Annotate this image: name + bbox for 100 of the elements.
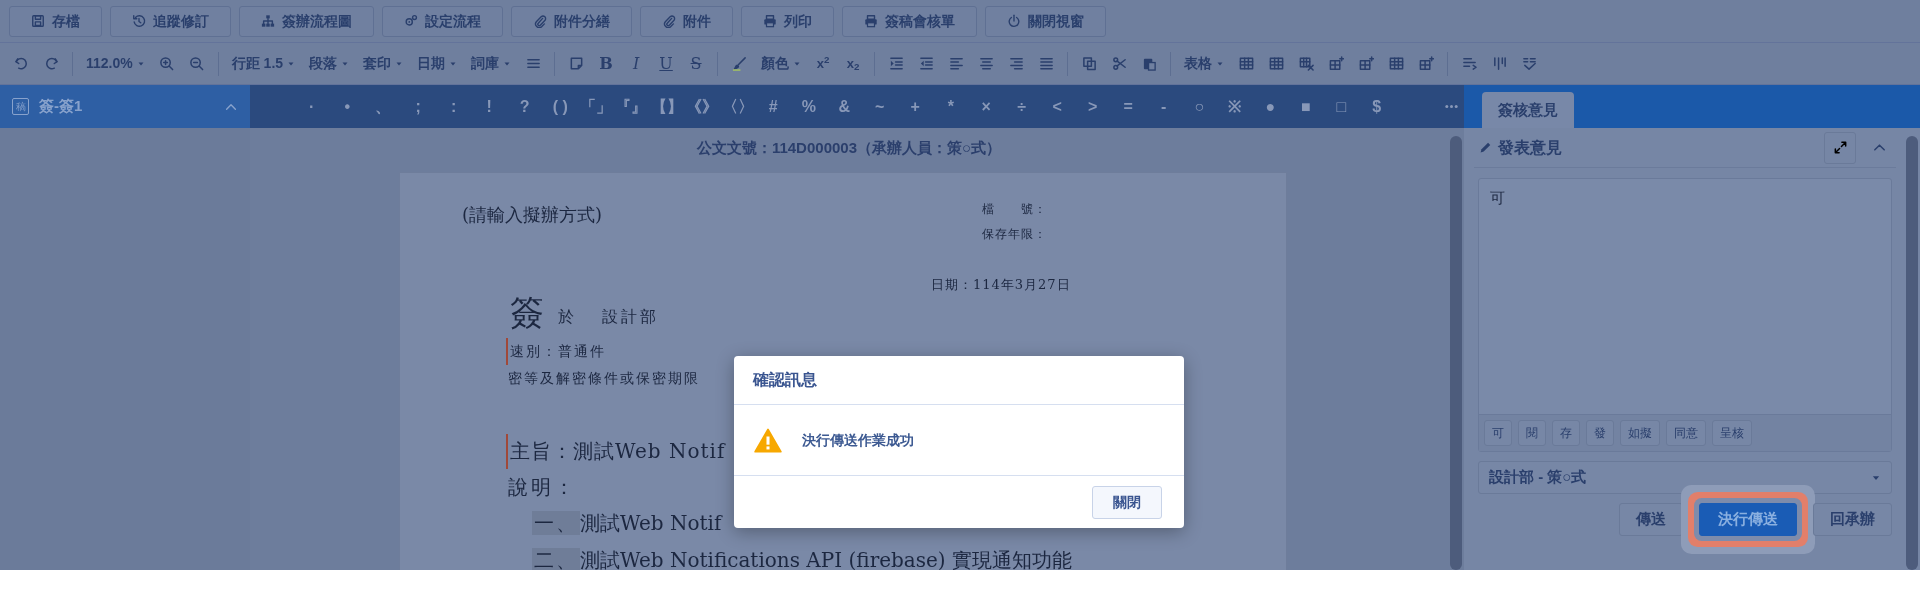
- symbol-button[interactable]: ( ): [542, 94, 578, 119]
- printer-icon: [864, 14, 878, 28]
- bars-icon: [1461, 56, 1477, 71]
- symbol-button[interactable]: $: [1359, 94, 1395, 119]
- phrase-button[interactable]: 呈核: [1712, 420, 1752, 446]
- toolbar-button[interactable]: 列印: [741, 5, 834, 37]
- underline-button[interactable]: U: [653, 49, 680, 78]
- close-button[interactable]: 關閉: [1092, 485, 1162, 519]
- opinion-field[interactable]: 可 可 閱 存 發 如擬 同意 呈核: [1478, 178, 1892, 452]
- unit-name: 設計部: [602, 305, 659, 328]
- toolbar-button[interactable]: 關閉視窗: [985, 5, 1106, 37]
- symbol-button[interactable]: ●: [1252, 94, 1288, 119]
- symbol-button[interactable]: ×: [968, 94, 1004, 119]
- symbol-button[interactable]: 、: [365, 94, 401, 119]
- superscript-button[interactable]: x$^{2}$: [810, 49, 837, 78]
- symbol-button[interactable]: •: [329, 94, 365, 119]
- symbol-button[interactable]: ·: [294, 94, 330, 119]
- align-center-icon: [978, 56, 994, 71]
- align-justify-icon: [1038, 56, 1054, 71]
- symbol-button[interactable]: 『』: [613, 94, 649, 119]
- list-item: 一、測試Web Notif: [532, 509, 722, 537]
- action-button[interactable]: 回承辦: [1813, 503, 1892, 536]
- phrase-button[interactable]: 可: [1484, 420, 1512, 446]
- action-button[interactable]: 傳送: [1619, 503, 1683, 536]
- table-add-icon: [1328, 56, 1344, 71]
- meta-line: 密等及解密條件或保密期限: [508, 368, 700, 388]
- symbol-button[interactable]: &: [826, 94, 862, 119]
- outdent-icon: [918, 56, 934, 71]
- symbol-button[interactable]: ※: [1217, 94, 1253, 119]
- toolbar-button[interactable]: 設定流程: [382, 5, 503, 37]
- meta-line: 速別：普通件: [506, 337, 606, 365]
- toolbar-dropdown[interactable]: 詞庫: [466, 49, 517, 78]
- panel-tab[interactable]: 簽核意見: [1482, 91, 1574, 128]
- symbol-button[interactable]: +: [897, 94, 933, 119]
- symbol-button[interactable]: □: [1323, 94, 1359, 119]
- hierarchy-icon: [261, 14, 275, 28]
- toolbar-button[interactable]: 附件分繕: [511, 5, 632, 37]
- symbol-button[interactable]: !: [471, 94, 507, 119]
- symbol-button[interactable]: 「」: [578, 94, 614, 119]
- symbol-button[interactable]: -: [1146, 94, 1182, 119]
- zoom-in-icon: [159, 56, 175, 71]
- toolbar-dropdown[interactable]: 行距 1.5: [226, 49, 301, 78]
- symbol-button[interactable]: =: [1110, 94, 1146, 119]
- phrase-button[interactable]: 存: [1552, 420, 1580, 446]
- table-icon: [1388, 56, 1404, 71]
- phrase-button[interactable]: 同意: [1666, 420, 1706, 446]
- subscript-button[interactable]: x$_{2}$: [840, 49, 867, 78]
- paperclip-icon: [662, 14, 676, 28]
- toolbar-button[interactable]: 追蹤修訂: [110, 5, 231, 37]
- scrollbar[interactable]: [1450, 136, 1462, 570]
- section-heading: 說明：: [508, 473, 577, 501]
- table-icon: [1268, 56, 1284, 71]
- symbol-button[interactable]: ?: [507, 94, 543, 119]
- expand-button[interactable]: [1824, 131, 1856, 164]
- symbol-button[interactable]: *: [933, 94, 969, 119]
- symbol-button[interactable]: ~: [862, 94, 898, 119]
- table-dropdown[interactable]: 表格: [1179, 49, 1230, 78]
- symbol-button[interactable]: 《》: [684, 94, 720, 119]
- align-left-icon: [948, 56, 964, 71]
- toolbar-button[interactable]: 存檔: [9, 5, 102, 37]
- symbol-button[interactable]: %: [791, 94, 827, 119]
- toolbar-button[interactable]: 簽辦流程圖: [239, 5, 374, 37]
- save-icon: [31, 14, 45, 28]
- scrollbar[interactable]: [1906, 136, 1918, 570]
- copy-icon: [1081, 56, 1097, 71]
- table-delete-icon: [1298, 56, 1314, 71]
- toolbar-dropdown[interactable]: 日期: [412, 49, 463, 78]
- recipient-select[interactable]: 設計部 - 策○式: [1478, 461, 1892, 494]
- symbol-button[interactable]: 〈〉: [720, 94, 756, 119]
- symbol-button[interactable]: >: [1075, 94, 1111, 119]
- symbol-button[interactable]: <: [1039, 94, 1075, 119]
- strikethrough-button[interactable]: S: [683, 49, 710, 78]
- color-dropdown[interactable]: 顏色: [756, 49, 807, 78]
- zoom-dropdown[interactable]: 112.0%: [81, 49, 150, 78]
- spellcheck-icon: [1521, 56, 1537, 71]
- phrase-button[interactable]: 發: [1586, 420, 1614, 446]
- toolbar-button[interactable]: 附件: [640, 5, 733, 37]
- phrase-button[interactable]: 閱: [1518, 420, 1546, 446]
- symbol-button[interactable]: 【】: [649, 94, 685, 119]
- history-icon: [132, 14, 146, 28]
- phrase-button[interactable]: 如擬: [1620, 420, 1660, 446]
- toolbar-button[interactable]: 簽稿會核單: [842, 5, 977, 37]
- symbol-button[interactable]: ;: [400, 94, 436, 119]
- panel-title: 發表意見: [1498, 137, 1562, 158]
- document-number: 公文文號：114D000003（承辦人員：策○式）: [696, 138, 1002, 158]
- dialog-title: 確認訊息: [753, 370, 817, 390]
- pencil-icon: [1478, 140, 1492, 155]
- toolbar-dropdown[interactable]: 段落: [304, 49, 355, 78]
- sidebar-item[interactable]: 稿 簽-簽1: [0, 85, 250, 128]
- symbol-button[interactable]: ○: [1181, 94, 1217, 119]
- toolbar-dropdown[interactable]: 套印: [358, 49, 409, 78]
- symbol-button[interactable]: ■: [1288, 94, 1324, 119]
- symbol-button[interactable]: :: [436, 94, 472, 119]
- expand-icon: [1832, 140, 1848, 155]
- field-label: 檔 號：: [982, 200, 1047, 218]
- symbol-button[interactable]: ÷: [1004, 94, 1040, 119]
- bold-button[interactable]: B: [593, 49, 620, 78]
- list-item: 二、測試Web Notifications API (firebase) 實現通知功能: [532, 546, 1073, 570]
- symbol-button[interactable]: #: [755, 94, 791, 119]
- italic-button[interactable]: I: [623, 49, 650, 78]
